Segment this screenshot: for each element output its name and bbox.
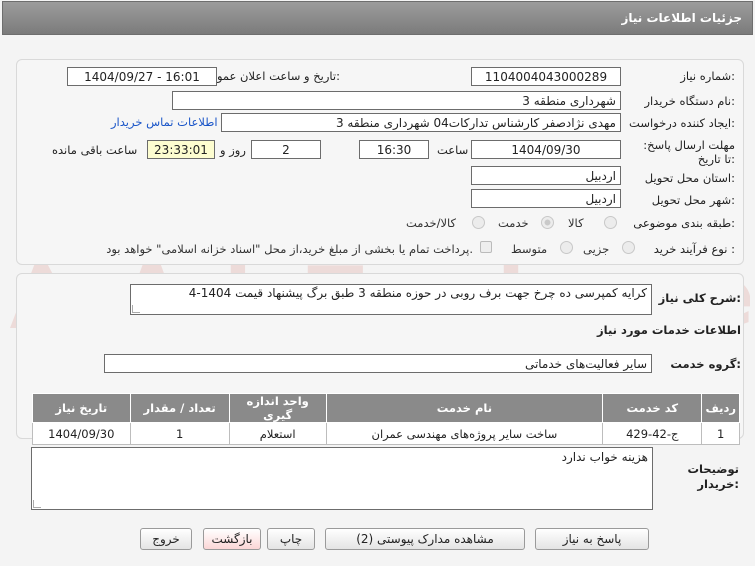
table-header-row: تاریخ نیاز تعداد / مقدار واحد اندازه گیر… bbox=[32, 393, 740, 423]
category-radio-service[interactable] bbox=[541, 216, 554, 229]
city-field: اردبیل bbox=[471, 189, 621, 208]
category-option-service: خدمت bbox=[498, 216, 529, 230]
remaining-label: ساعت باقی مانده bbox=[52, 143, 138, 157]
cell-row-number: 1 bbox=[701, 422, 740, 445]
print-button[interactable]: چاپ bbox=[267, 528, 315, 550]
cell-service-code: ج-42-429 bbox=[602, 422, 703, 445]
exit-button[interactable]: خروج bbox=[140, 528, 192, 550]
category-option-goods: کالا bbox=[568, 216, 584, 230]
treasury-payment-checkbox[interactable] bbox=[480, 241, 492, 253]
summary-label: شرح کلی نیاز: bbox=[658, 291, 741, 305]
page-title: جزئیات اطلاعات نیاز bbox=[621, 11, 742, 25]
cell-need-date: 1404/09/30 bbox=[32, 422, 131, 445]
col-service-code: کد خدمت bbox=[602, 393, 703, 423]
service-group-field: سایر فعالیت‌های خدماتی bbox=[104, 354, 652, 373]
service-group-label: گروه خدمت: bbox=[670, 357, 741, 371]
announce-field: 1404/09/27 - 16:01 bbox=[67, 67, 217, 86]
need-info-panel bbox=[16, 59, 744, 265]
process-label: نوع فرآیند خرید : bbox=[653, 242, 735, 256]
province-label: استان محل تحویل: bbox=[644, 171, 735, 185]
process-option-medium: متوسط bbox=[511, 242, 548, 256]
col-service-name: نام خدمت bbox=[325, 393, 604, 423]
time-label: ساعت bbox=[437, 143, 469, 157]
creator-field: مهدی نژادصفر کارشناس تدارکات04 شهرداری م… bbox=[221, 113, 621, 132]
need-number-field: 1104004043000289 bbox=[471, 67, 621, 86]
deadline-date-field: 1404/09/30 bbox=[471, 140, 621, 159]
process-option-minor: جزیی bbox=[583, 242, 610, 256]
deadline-label: مهلت ارسال پاسخ: تا تاریخ: bbox=[643, 138, 735, 166]
city-label: شهر محل تحویل: bbox=[651, 193, 735, 207]
back-button[interactable]: بازگشت bbox=[203, 528, 261, 550]
days-field: 2 bbox=[251, 140, 321, 159]
attachments-button[interactable]: مشاهده مدارک پیوستی (2) bbox=[325, 528, 525, 550]
page-header: جزئیات اطلاعات نیاز bbox=[2, 1, 753, 35]
reply-button[interactable]: پاسخ به نیاز bbox=[535, 528, 649, 550]
col-unit: واحد اندازه گیری bbox=[228, 393, 327, 423]
buyer-org-field: شهرداری منطقه 3 bbox=[172, 91, 621, 110]
services-section-title: اطلاعات خدمات مورد نیاز bbox=[597, 323, 741, 337]
summary-field: کرایه کمپرسی ده چرخ جهت برف روبی در حوزه… bbox=[130, 284, 652, 315]
category-radio-goods-service[interactable] bbox=[472, 216, 485, 229]
buyer-notes-label: توضیحات خریدار: bbox=[687, 462, 740, 491]
buyer-org-label: نام دستگاه خریدار: bbox=[644, 94, 735, 108]
province-field: اردبیل bbox=[471, 166, 621, 185]
col-quantity: تعداد / مقدار bbox=[129, 393, 230, 423]
cell-service-name: ساخت سایر پروژه‌های مهندسی عمران bbox=[325, 422, 604, 445]
col-row-number: ردیف bbox=[701, 393, 740, 423]
announce-label: تاریخ و ساعت اعلان عمومی: bbox=[201, 69, 340, 83]
buyer-notes-field[interactable]: هزینه خواب ندارد bbox=[31, 447, 653, 510]
category-option-goods-service: کالا/خدمت bbox=[406, 216, 457, 230]
table-row: 1404/09/30 1 استعلام ساخت سایر پروژه‌های… bbox=[32, 422, 740, 445]
days-label: روز و bbox=[220, 143, 246, 157]
col-need-date: تاریخ نیاز bbox=[32, 393, 131, 423]
category-label: طبقه بندی موضوعی: bbox=[633, 216, 735, 230]
need-number-label: شماره نیاز: bbox=[680, 69, 735, 83]
services-table: تاریخ نیاز تعداد / مقدار واحد اندازه گیر… bbox=[32, 393, 740, 445]
remaining-time-field: 23:33:01 bbox=[147, 140, 215, 159]
category-radio-goods[interactable] bbox=[604, 216, 617, 229]
deadline-time-field: 16:30 bbox=[359, 140, 429, 159]
cell-unit: استعلام bbox=[228, 422, 327, 445]
creator-label: ایجاد کننده درخواست: bbox=[629, 116, 735, 130]
treasury-payment-note: پرداخت تمام یا بخشی از مبلغ خرید،از محل … bbox=[106, 242, 473, 256]
process-radio-minor[interactable] bbox=[622, 241, 635, 254]
cell-quantity: 1 bbox=[129, 422, 230, 445]
process-radio-medium[interactable] bbox=[560, 241, 573, 254]
buyer-contact-link[interactable]: اطلاعات تماس خریدار bbox=[111, 115, 218, 129]
